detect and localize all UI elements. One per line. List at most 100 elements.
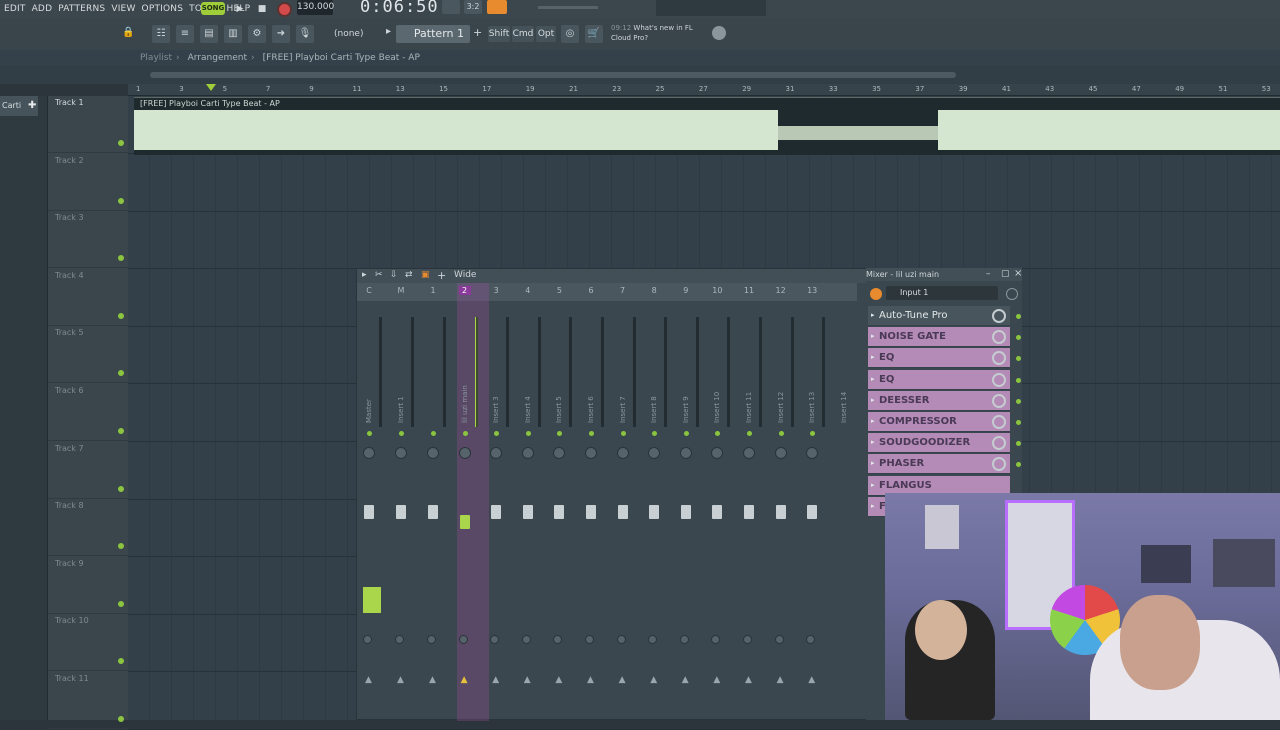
- mixer-track-number[interactable]: 5: [553, 286, 565, 295]
- wait-input-icon[interactable]: [512, 0, 532, 14]
- fx-slot[interactable]: ▸ EQ: [868, 369, 1021, 390]
- send-arrow-icon[interactable]: ▲: [650, 675, 657, 685]
- track-mute-led[interactable]: [118, 312, 124, 319]
- pan-knob[interactable]: [521, 447, 534, 459]
- mixer-track-number[interactable]: 4: [522, 286, 534, 295]
- track-mute-led[interactable]: [118, 658, 124, 665]
- playhead-marker[interactable]: [206, 84, 216, 91]
- mixer-track-number[interactable]: 2: [458, 286, 471, 295]
- fx-slot[interactable]: ▸ NOISE GATE: [868, 327, 1021, 348]
- volume-fader[interactable]: [775, 505, 786, 519]
- track-enable-led[interactable]: [810, 431, 816, 436]
- track-enable-led[interactable]: [494, 431, 500, 436]
- shift-button[interactable]: Shift: [488, 26, 510, 42]
- stereo-separation-knob[interactable]: [521, 635, 531, 644]
- fx-enable-led[interactable]: [1016, 377, 1021, 383]
- pan-knob[interactable]: [774, 447, 787, 459]
- shop-icon[interactable]: 🛒: [585, 25, 603, 43]
- minimize-icon[interactable]: –: [986, 269, 991, 279]
- fx-enable-led[interactable]: [1016, 398, 1021, 404]
- mix-level-knob[interactable]: [992, 415, 1006, 429]
- send-arrow-icon[interactable]: ▲: [524, 675, 531, 685]
- link-icon[interactable]: ⇄: [405, 270, 413, 280]
- menu-patterns[interactable]: PATTERNS: [58, 4, 105, 14]
- mix-level-knob[interactable]: [992, 436, 1006, 451]
- stereo-separation-knob[interactable]: [711, 635, 721, 644]
- snap-select[interactable]: (none): [331, 26, 377, 42]
- track-enable-led[interactable]: [462, 431, 468, 436]
- pan-knob[interactable]: [490, 447, 503, 459]
- mix-level-knob[interactable]: [992, 393, 1006, 408]
- mixer-track-number[interactable]: 11: [743, 286, 755, 295]
- maximize-icon[interactable]: ▢: [1001, 269, 1010, 279]
- mixer-track-number[interactable]: 1: [427, 286, 439, 295]
- plugin-picker-icon[interactable]: ⚙: [248, 25, 266, 43]
- route-icon[interactable]: ✂: [375, 270, 383, 280]
- track-header[interactable]: Track 1: [48, 96, 128, 153]
- expand-icon[interactable]: ▸: [871, 353, 875, 361]
- track-mute-led[interactable]: [118, 140, 124, 146]
- audio-clip[interactable]: [FREE] Playboi Carti Type Beat - AP: [134, 97, 1280, 155]
- playlist-icon[interactable]: ☷: [152, 25, 170, 43]
- expand-icon[interactable]: ▸: [871, 375, 875, 383]
- track-enable-led[interactable]: [652, 431, 658, 436]
- stereo-separation-knob[interactable]: [616, 635, 626, 644]
- track-enable-led[interactable]: [557, 431, 563, 436]
- fx-enable-led[interactable]: [1016, 441, 1021, 447]
- send-arrow-icon[interactable]: ▲: [429, 675, 436, 685]
- mixer-track-number[interactable]: 12: [775, 286, 787, 295]
- track-header[interactable]: Track 4: [48, 269, 128, 326]
- mixer-track-number[interactable]: 3: [490, 286, 502, 295]
- track-enable-led[interactable]: [589, 431, 594, 436]
- mixer-track-number[interactable]: 8: [648, 286, 660, 295]
- volume-fader[interactable]: [522, 505, 533, 519]
- expand-icon[interactable]: ▸: [871, 459, 875, 467]
- fx-slot[interactable]: ▸ COMPRESSOR: [868, 412, 1021, 432]
- fx-slot[interactable]: ▸ EQ: [868, 348, 1021, 369]
- mix-level-knob[interactable]: [992, 457, 1006, 472]
- download-icon[interactable]: ⇩: [390, 270, 398, 280]
- add-icon[interactable]: ✚: [28, 100, 36, 111]
- track-header[interactable]: Track 2: [48, 154, 128, 211]
- fx-slot[interactable]: ▸ DEESSER: [868, 390, 1021, 411]
- mixer-track-number[interactable]: 6: [585, 286, 597, 295]
- fx-enable-led[interactable]: [1016, 462, 1021, 468]
- track-mute-led[interactable]: [118, 543, 124, 550]
- pan-knob[interactable]: [806, 447, 819, 459]
- stereo-separation-knob[interactable]: [679, 635, 689, 644]
- metronome-icon[interactable]: [487, 0, 507, 14]
- timeline-ruler[interactable]: 1 3 5 7 9 11 13 15 17 19 21 23 25 27 29 31 33 35 37 39 41 43 4…: [128, 84, 1280, 96]
- audio-input-select[interactable]: Input 1: [886, 286, 998, 300]
- pattern-selector[interactable]: Pattern 1: [396, 25, 470, 43]
- mix-level-knob[interactable]: [992, 309, 1006, 323]
- stereo-separation-knob[interactable]: [363, 635, 372, 644]
- volume-fader[interactable]: [586, 505, 596, 519]
- cmd-button[interactable]: Cmd: [512, 26, 534, 42]
- mix-level-knob[interactable]: [992, 372, 1006, 387]
- send-arrow-icon[interactable]: ▲: [777, 675, 784, 685]
- mixer-track-number[interactable]: 7: [617, 286, 629, 295]
- stereo-separation-knob[interactable]: [395, 635, 404, 644]
- expand-icon[interactable]: ▸: [871, 311, 875, 319]
- volume-fader[interactable]: [680, 505, 691, 519]
- menu-options[interactable]: OPTIONS: [142, 4, 184, 14]
- menu-arrow-icon[interactable]: ▸: [362, 270, 367, 280]
- microphone-icon[interactable]: 🎙: [296, 25, 314, 43]
- track-enable-led[interactable]: [778, 431, 784, 436]
- audio-input-icon[interactable]: [870, 288, 882, 300]
- volume-fader[interactable]: [617, 505, 628, 519]
- send-arrow-icon[interactable]: ▲: [397, 675, 404, 685]
- volume-fader[interactable]: [396, 505, 406, 519]
- master-pitch-slider[interactable]: [538, 6, 598, 9]
- track-enable-led[interactable]: [367, 431, 372, 436]
- volume-fader[interactable]: [554, 505, 565, 519]
- channel-rack-icon[interactable]: ≡: [176, 25, 194, 43]
- send-arrow-icon[interactable]: ▲: [682, 675, 689, 685]
- volume-fader[interactable]: [807, 505, 818, 519]
- volume-fader[interactable]: [649, 505, 660, 519]
- tempo-display[interactable]: 130.000: [297, 0, 334, 15]
- stereo-separation-knob[interactable]: [743, 635, 752, 644]
- track-header[interactable]: Track 5: [48, 326, 128, 384]
- stereo-separation-knob[interactable]: [490, 635, 500, 644]
- breadcrumb-project[interactable]: [FREE] Playboi Carti Type Beat - AP: [263, 53, 420, 63]
